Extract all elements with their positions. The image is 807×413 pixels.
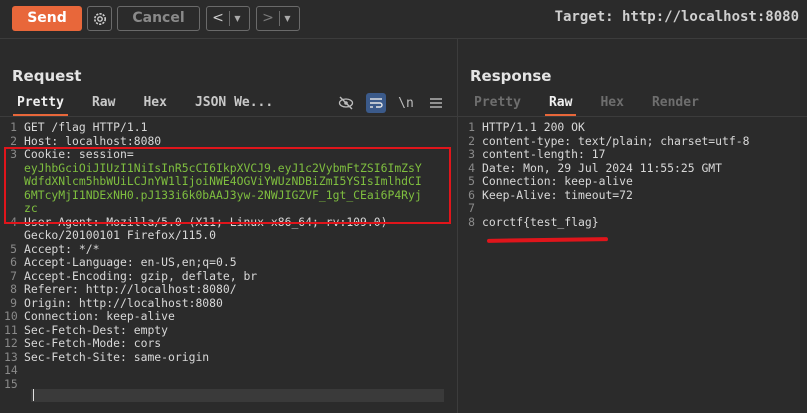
response-title: Response	[470, 67, 552, 85]
toolbar-divider	[0, 38, 807, 39]
code-line: 6 Keep-Alive: timeout=72	[468, 187, 633, 202]
code-line: 10 Connection: keep-alive	[4, 309, 175, 323]
tab-pretty[interactable]: Pretty	[13, 93, 68, 117]
newline-toggle-icon[interactable]: \n	[396, 93, 416, 113]
gear-icon	[93, 12, 106, 25]
request-title: Request	[12, 67, 82, 85]
code-line: 4 Date: Mon, 29 Jul 2024 11:55:25 GMT	[468, 160, 723, 175]
send-button[interactable]: Send	[12, 6, 82, 31]
wrap-lines-icon[interactable]	[366, 93, 386, 113]
menu-icon[interactable]	[426, 93, 446, 113]
cancel-button[interactable]: Cancel	[117, 6, 200, 31]
code-line: 8 corctf{test_flag}	[468, 214, 599, 229]
code-line: 3 content-length: 17	[468, 147, 606, 161]
tab-render[interactable]: Render	[652, 93, 699, 117]
chevron-down-icon[interactable]: ▼	[279, 11, 295, 26]
flag-underline-annotation	[486, 237, 609, 243]
code-line: 9 Origin: http://localhost:8080	[10, 295, 223, 310]
code-line: 7 Accept-Encoding: gzip, deflate, br	[10, 268, 258, 283]
hide-eye-icon[interactable]	[336, 93, 356, 113]
tab-pretty[interactable]: Pretty	[474, 93, 521, 117]
tab-json-web-token[interactable]: JSON We...	[195, 93, 273, 117]
back-button[interactable]: < ▼	[206, 6, 250, 31]
code-line: 5 Connection: keep-alive	[468, 174, 633, 188]
response-viewer[interactable]: 1 HTTP/1.1 200 OK 2 content-type: text/pla…	[462, 120, 750, 229]
request-scrollbar[interactable]	[31, 389, 444, 402]
settings-button[interactable]	[87, 6, 112, 31]
code-line: 6 Accept-Language: en-US,en;q=0.5	[10, 255, 237, 269]
code-line: 8 Referer: http://localhost:8080/	[10, 282, 237, 296]
code-line: 1 HTTP/1.1 200 OK	[468, 120, 585, 134]
toolbar: Send Cancel < ▼ > ▼ Target: http://local…	[0, 0, 807, 38]
forward-arrow-icon: >	[262, 10, 274, 26]
code-line: 2 content-type: text/plain; charset=utf-8	[468, 133, 750, 148]
target-label[interactable]: Target: http://localhost:8080	[555, 9, 799, 25]
cookie-highlight-box	[4, 147, 451, 224]
code-line: 13 Sec-Fetch-Site: same-origin	[4, 349, 210, 364]
tab-raw[interactable]: Raw	[544, 93, 578, 117]
code-line: 7	[468, 201, 475, 215]
code-line: 2 Host: localhost:8080	[10, 133, 162, 148]
flag-text: corctf{test_flag}	[482, 214, 599, 229]
tab-hex[interactable]: Hex	[143, 93, 166, 117]
request-tab-divider	[0, 116, 457, 117]
code-line: 12 Sec-Fetch-Mode: cors	[4, 336, 162, 350]
tab-hex[interactable]: Hex	[600, 93, 623, 117]
back-arrow-icon: <	[212, 10, 224, 26]
request-tool-icons: \n	[336, 93, 446, 113]
text-cursor	[33, 389, 34, 401]
response-tabs: Pretty Raw Hex Render	[474, 93, 727, 117]
response-tab-divider	[458, 116, 807, 117]
code-line: 1 GET /flag HTTP/1.1	[10, 120, 148, 134]
code-line: Gecko/20100101 Firefox/115.0	[24, 228, 217, 242]
request-tabs: Pretty Raw Hex JSON We...	[13, 93, 301, 117]
code-line: 5 Accept: */*	[10, 241, 100, 256]
pane-divider[interactable]	[457, 39, 458, 413]
chevron-down-icon[interactable]: ▼	[229, 11, 245, 26]
tab-raw[interactable]: Raw	[92, 93, 115, 117]
code-line: 14	[4, 363, 18, 377]
forward-button[interactable]: > ▼	[256, 6, 300, 31]
code-line: 11 Sec-Fetch-Dest: empty	[4, 322, 169, 337]
